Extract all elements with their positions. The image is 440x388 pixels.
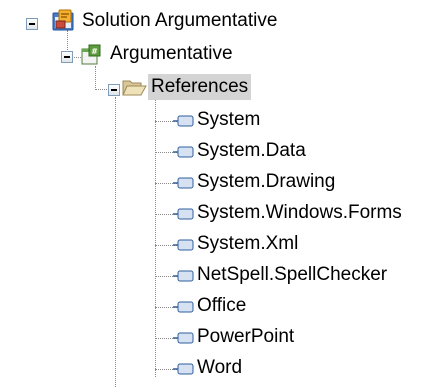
reference-label[interactable]: System.Windows.Forms [194, 200, 405, 226]
reference-icon [173, 208, 194, 220]
project-label[interactable]: Argumentative [107, 41, 236, 67]
reference-label[interactable]: NetSpell.SpellChecker [194, 262, 390, 288]
reference-item[interactable]: System [0, 107, 440, 135]
solution-icon [52, 9, 74, 31]
reference-icon [173, 332, 194, 344]
reference-label[interactable]: System.Drawing [194, 169, 338, 195]
reference-label[interactable]: System [194, 107, 263, 133]
reference-label[interactable]: PowerPoint [194, 324, 297, 350]
solution-label[interactable]: Solution Argumentative [79, 8, 280, 34]
reference-label[interactable]: System.Data [194, 138, 309, 164]
open-folder-icon [122, 80, 147, 96]
reference-icon [173, 363, 194, 375]
collapse-toggle[interactable] [108, 84, 120, 96]
reference-item[interactable]: System.Data [0, 138, 440, 166]
reference-icon [173, 115, 194, 127]
reference-item[interactable]: Word [0, 355, 440, 383]
reference-icon [173, 270, 194, 282]
reference-item[interactable]: System.Drawing [0, 169, 440, 197]
reference-item[interactable]: System.Xml [0, 231, 440, 259]
reference-icon [173, 301, 194, 313]
csharp-project-icon: # [81, 44, 101, 65]
collapse-toggle[interactable] [26, 18, 38, 30]
tree-node-references[interactable]: References [0, 74, 440, 102]
reference-icon [173, 239, 194, 251]
svg-text:#: # [91, 47, 98, 56]
reference-item[interactable]: PowerPoint [0, 324, 440, 352]
reference-label[interactable]: Word [194, 355, 245, 381]
collapse-toggle[interactable] [61, 51, 73, 63]
tree-node-solution[interactable]: Solution Argumentative [0, 8, 440, 36]
tree-node-project[interactable]: # Argumentative [0, 40, 440, 68]
reference-item[interactable]: NetSpell.SpellChecker [0, 262, 440, 290]
reference-item[interactable]: Office [0, 293, 440, 321]
reference-label[interactable]: System.Xml [194, 231, 301, 257]
reference-icon [173, 177, 194, 189]
references-label[interactable]: References [148, 74, 252, 100]
reference-item[interactable]: System.Windows.Forms [0, 200, 440, 228]
reference-label[interactable]: Office [194, 293, 249, 319]
reference-icon [173, 146, 194, 158]
solution-explorer-tree: Solution Argumentative # Argumentative R… [0, 0, 440, 388]
